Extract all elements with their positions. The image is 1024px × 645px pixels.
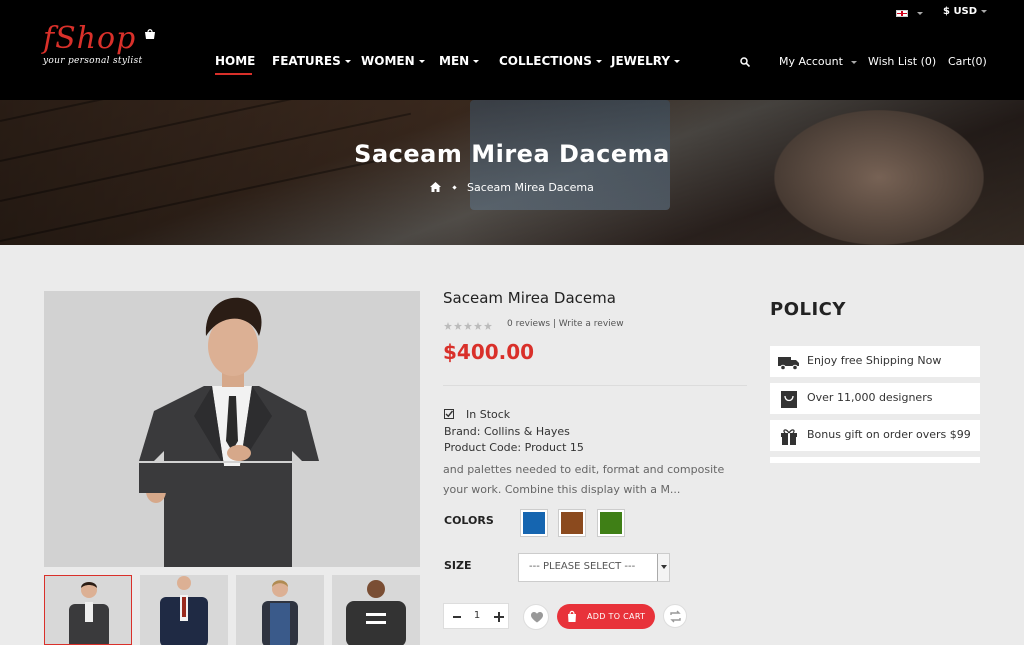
chevron-down-icon — [674, 60, 681, 63]
compare-icon — [670, 610, 681, 623]
product-thumbnail[interactable] — [236, 575, 324, 645]
product-code: Product Code: Product 15 — [444, 441, 584, 454]
add-to-wishlist-button[interactable] — [523, 604, 549, 630]
banner-clothes-image — [774, 110, 984, 245]
language-flag-icon[interactable] — [896, 10, 908, 17]
color-swatch-green[interactable] — [598, 510, 624, 536]
cart-link[interactable]: Cart(0) — [948, 55, 987, 68]
floor-board — [0, 100, 412, 122]
product-price: $400.00 — [443, 340, 535, 364]
thumbnail-photo — [262, 580, 298, 645]
policy-title: POLICY — [770, 299, 846, 320]
thumbnail-photo — [346, 580, 406, 645]
compare-button[interactable] — [663, 604, 687, 628]
my-account-link[interactable]: My Account — [779, 55, 857, 68]
check-square-icon — [444, 409, 454, 419]
product-thumbnail[interactable] — [140, 575, 228, 645]
policy-item-gift: Bonus gift on order overs $99 — [770, 420, 980, 451]
product-brand: Brand: Collins & Hayes — [444, 425, 570, 438]
star-icon — [474, 322, 482, 330]
size-select-value: --- PLEASE SELECT --- — [529, 561, 636, 572]
star-icon — [484, 322, 492, 330]
nav-item-jewelry[interactable]: JEWELRY — [611, 54, 681, 68]
nav-item-women[interactable]: WOMEN — [361, 54, 425, 68]
color-swatch-blue[interactable] — [521, 510, 547, 536]
page-title: Saceam Mirea Dacema — [354, 140, 670, 168]
home-icon[interactable] — [430, 182, 441, 192]
star-icon — [464, 322, 472, 330]
bag-icon — [781, 391, 797, 408]
truck-icon — [778, 357, 799, 371]
shopping-bag-icon — [568, 610, 576, 622]
gift-icon — [781, 429, 797, 445]
policy-item-shipping: Enjoy free Shipping Now — [770, 346, 980, 377]
policy-text: Enjoy free Shipping Now — [807, 354, 942, 367]
star-icon — [444, 322, 452, 330]
currency-label: $ USD — [943, 6, 978, 17]
chevron-down-icon — [981, 9, 988, 13]
brand-tagline: your personal stylist — [43, 56, 143, 66]
policy-item-designers: Over 11,000 designers — [770, 383, 980, 414]
brand-name: fShop — [43, 21, 137, 56]
nav-item-home[interactable]: HOME — [215, 54, 256, 75]
nav-item-collections[interactable]: COLLECTIONS — [499, 54, 602, 68]
page-banner — [0, 100, 1024, 245]
divider — [443, 385, 747, 386]
chevron-down-icon — [595, 60, 602, 63]
policy-item-partial — [770, 457, 980, 463]
colors-label: COLORS — [444, 514, 494, 527]
chevron-down-icon — [418, 60, 425, 63]
nav-item-men[interactable]: MEN — [439, 54, 480, 68]
plus-icon[interactable] — [494, 612, 504, 622]
breadcrumb-current: Saceam Mirea Dacema — [467, 181, 594, 194]
color-swatch-brown[interactable] — [559, 510, 585, 536]
thumbnail-photo — [69, 582, 109, 644]
currency-selector[interactable]: $ USD — [943, 6, 988, 17]
chevron-down-icon — [344, 60, 351, 63]
nav-item-label: MEN — [439, 54, 470, 68]
reviews-link[interactable]: 0 reviews | Write a review — [507, 319, 624, 329]
product-photo — [139, 297, 319, 567]
wishlist-link[interactable]: Wish List (0) — [868, 55, 936, 68]
product-title: Saceam Mirea Dacema — [443, 289, 616, 307]
chevron-down-icon[interactable] — [657, 554, 669, 581]
active-indicator — [215, 73, 252, 75]
heart-icon — [531, 612, 543, 623]
add-to-cart-label: ADD TO CART — [587, 612, 646, 621]
product-description: and palettes needed to edit, format and … — [443, 463, 725, 496]
shopping-bag-icon — [145, 29, 155, 39]
nav-item-label: WOMEN — [361, 54, 415, 68]
star-icon — [454, 322, 462, 330]
chevron-down-icon — [473, 60, 480, 63]
stock-label: In Stock — [466, 408, 511, 421]
policy-text: Over 11,000 designers — [807, 391, 933, 404]
brand-logo[interactable]: fShop your personal stylist — [43, 21, 155, 66]
nav-item-label: COLLECTIONS — [499, 54, 592, 68]
nav-item-label: FEATURES — [272, 54, 341, 68]
search-icon[interactable] — [740, 57, 750, 67]
nav-item-features[interactable]: FEATURES — [272, 54, 351, 68]
size-label: SIZE — [444, 559, 472, 572]
nav-item-label: HOME — [215, 54, 256, 68]
product-thumbnail[interactable] — [332, 575, 420, 645]
policy-text: Bonus gift on order overs $99 — [807, 428, 971, 441]
add-to-cart-button[interactable]: ADD TO CART — [557, 604, 655, 629]
product-main-image[interactable] — [44, 291, 420, 567]
product-thumbnail[interactable] — [44, 575, 132, 645]
site-header: fShop your personal stylist $ USD HOME F… — [0, 0, 1024, 100]
chevron-down-icon — [850, 60, 857, 64]
nav-item-label: JEWELRY — [611, 54, 671, 68]
my-account-label: My Account — [779, 55, 843, 68]
language-chevron-down-icon[interactable] — [917, 12, 923, 15]
quantity-stepper: 1 — [443, 603, 509, 629]
size-select[interactable]: --- PLEASE SELECT --- — [518, 553, 670, 582]
thumbnail-photo — [160, 576, 208, 645]
